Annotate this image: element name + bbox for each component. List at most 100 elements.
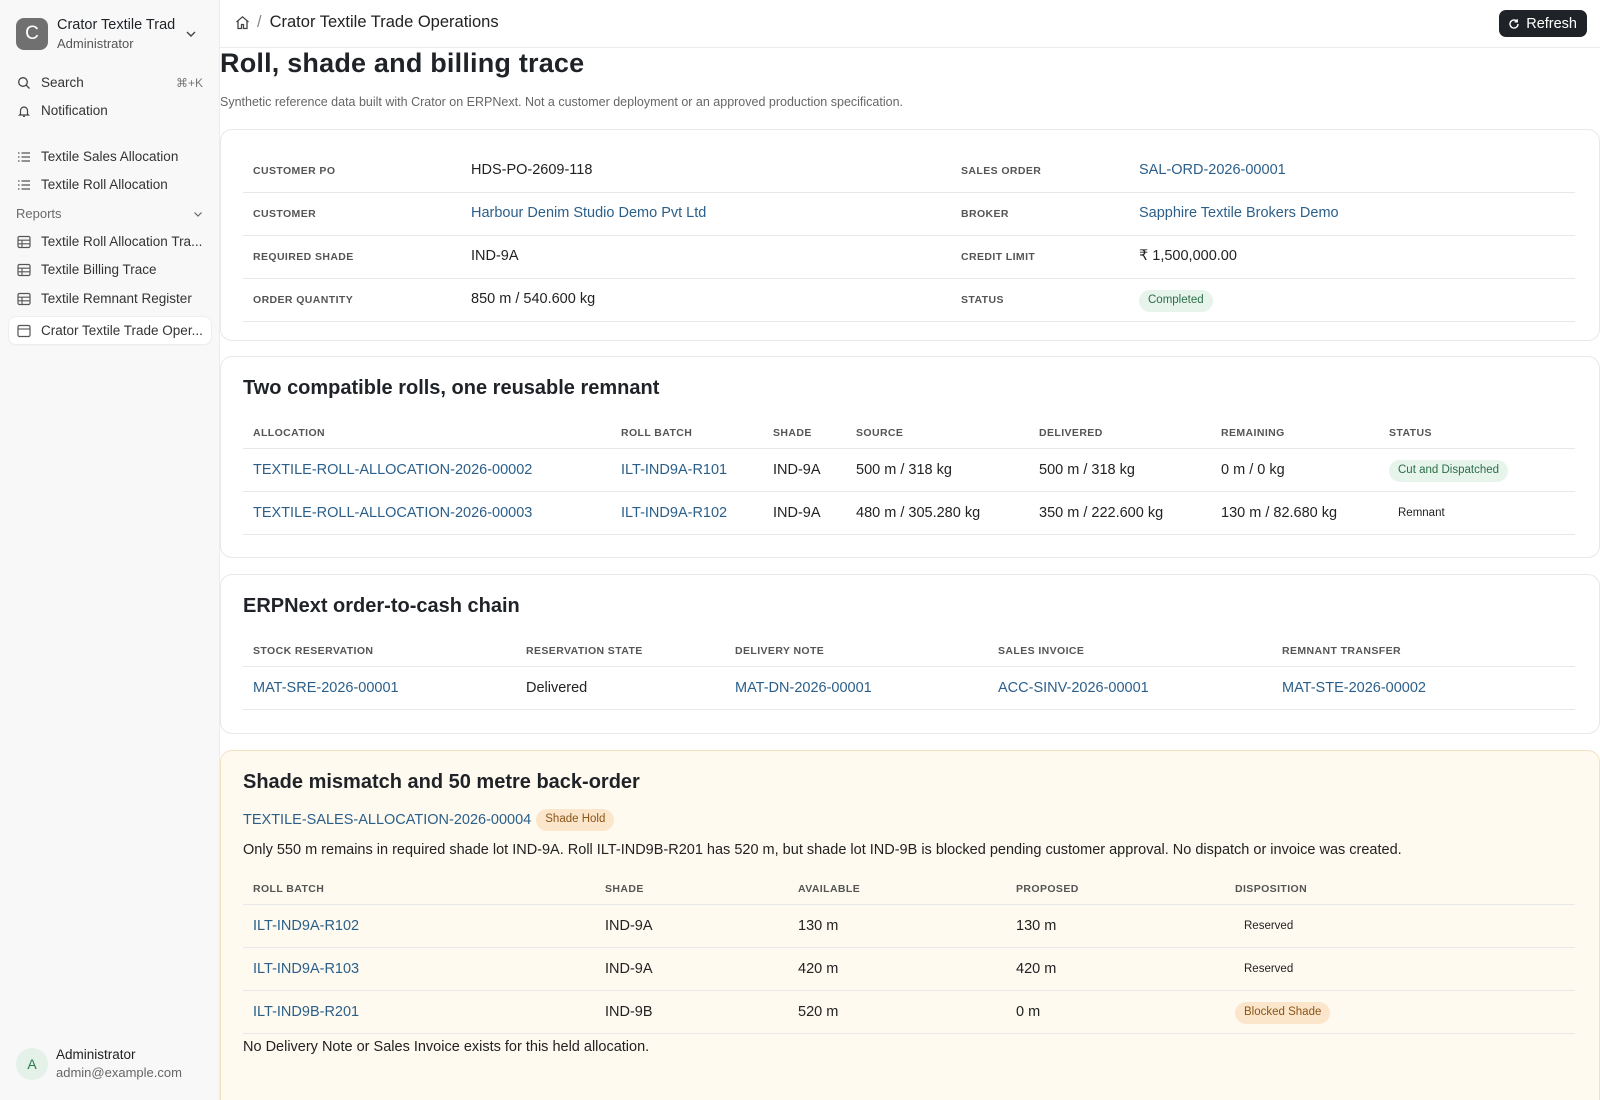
sidebar-item-textile-sales-allocation[interactable]: Textile Sales Allocation: [9, 143, 211, 170]
roll-batch-link[interactable]: ILT-IND9A-R102: [253, 918, 359, 934]
field-label: REQUIRED SHADE: [253, 251, 354, 263]
table-header: STOCK RESERVATION RESERVATION STATE DELI…: [243, 637, 1575, 667]
summary-card: CUSTOMER PO HDS-PO-2609-118 SALES ORDER …: [220, 129, 1600, 341]
user-name: Administrator: [56, 1047, 136, 1062]
column-header: ROLL BATCH: [621, 427, 693, 439]
workspace-avatar: C: [16, 18, 48, 50]
sidebar-item-billing-trace[interactable]: Textile Billing Trace: [9, 256, 211, 283]
field-label: CREDIT LIMIT: [961, 251, 1036, 263]
held-allocation: TEXTILE-SALES-ALLOCATION-2026-00004 Shad…: [243, 809, 615, 831]
sales-invoice-link[interactable]: ACC-SINV-2026-00001: [998, 680, 1149, 696]
available-cell: 130 m: [798, 918, 839, 934]
delivery-note-link[interactable]: MAT-DN-2026-00001: [735, 680, 872, 696]
reports-group-toggle[interactable]: Reports: [16, 206, 204, 221]
reports-group-label: Reports: [16, 206, 62, 221]
column-header: ROLL BATCH: [253, 883, 325, 895]
table-icon: [16, 262, 31, 277]
notification-button[interactable]: Notification: [9, 97, 211, 124]
column-header: RESERVATION STATE: [526, 645, 643, 657]
source-cell: 500 m / 318 kg: [856, 462, 952, 478]
shade-cell: IND-9A: [773, 505, 821, 521]
shade-mismatch-card: Shade mismatch and 50 metre back-order T…: [220, 750, 1600, 1100]
column-header: PROPOSED: [1016, 883, 1079, 895]
sidebar-item-textile-roll-allocation[interactable]: Textile Roll Allocation: [9, 171, 211, 198]
allocation-link[interactable]: TEXTILE-ROLL-ALLOCATION-2026-00002: [253, 462, 532, 478]
list-icon: [16, 149, 31, 164]
sidebar-item-label: Textile Sales Allocation: [41, 149, 179, 164]
notification-label: Notification: [41, 103, 108, 118]
summary-row: ORDER QUANTITY 850 m / 540.600 kg STATUS…: [243, 279, 1575, 322]
delivered-cell: 500 m / 318 kg: [1039, 462, 1135, 478]
mismatch-footer: No Delivery Note or Sales Invoice exists…: [243, 1039, 650, 1055]
chain-table: STOCK RESERVATION RESERVATION STATE DELI…: [243, 637, 1575, 710]
remaining-cell: 130 m / 82.680 kg: [1221, 505, 1338, 521]
column-header: SHADE: [773, 427, 812, 439]
page-subtitle: Synthetic reference data built with Crat…: [220, 95, 903, 109]
column-header: REMAINING: [1221, 427, 1285, 439]
mismatch-table: ROLL BATCH SHADE AVAILABLE PROPOSED DISP…: [243, 875, 1575, 1034]
chain-title: ERPNext order-to-cash chain: [243, 595, 520, 617]
table-header: ROLL BATCH SHADE AVAILABLE PROPOSED DISP…: [243, 875, 1575, 905]
mismatch-title: Shade mismatch and 50 metre back-order: [243, 771, 640, 793]
roll-batch-link[interactable]: ILT-IND9A-R101: [621, 462, 727, 478]
workspace-switcher[interactable]: C Crator Textile Trad Administrator: [16, 14, 204, 54]
roll-batch-link[interactable]: ILT-IND9A-R103: [253, 961, 359, 977]
status-badge: Blocked Shade: [1235, 1002, 1331, 1024]
table-row: MAT-SRE-2026-00001 Delivered MAT-DN-2026…: [243, 667, 1575, 710]
sidebar: C Crator Textile Trad Administrator Sear…: [0, 0, 220, 1100]
proposed-cell: 130 m: [1016, 918, 1057, 934]
sidebar-item-roll-allocation-trace[interactable]: Textile Roll Allocation Tra...: [9, 228, 211, 255]
source-cell: 480 m / 305.280 kg: [856, 505, 981, 521]
customer-po-value: HDS-PO-2609-118: [471, 162, 593, 178]
proposed-cell: 0 m: [1016, 1004, 1041, 1020]
available-cell: 420 m: [798, 961, 839, 977]
sidebar-item-trade-operations[interactable]: Crator Textile Trade Oper...: [9, 317, 211, 344]
column-header: AVAILABLE: [798, 883, 861, 895]
sidebar-item-remnant-register[interactable]: Textile Remnant Register: [9, 285, 211, 312]
credit-limit-value: ₹ 1,500,000.00: [1139, 248, 1237, 264]
stock-reservation-link[interactable]: MAT-SRE-2026-00001: [253, 680, 399, 696]
chevron-down-icon: [194, 211, 202, 217]
bell-icon: [16, 103, 31, 118]
summary-fields: CUSTOMER PO HDS-PO-2609-118 SALES ORDER …: [243, 150, 1575, 322]
sales-order-link[interactable]: SAL-ORD-2026-00001: [1139, 162, 1286, 178]
remaining-cell: 0 m / 0 kg: [1221, 462, 1285, 478]
shade-cell: IND-9A: [605, 961, 653, 977]
breadcrumb-current: Crator Textile Trade Operations: [269, 13, 499, 31]
breadcrumb: / Crator Textile Trade Operations: [234, 13, 499, 32]
column-header: STOCK RESERVATION: [253, 645, 374, 657]
field-label: BROKER: [961, 208, 1009, 220]
refresh-button[interactable]: Refresh: [1499, 10, 1587, 37]
sidebar-item-label: Textile Roll Allocation: [41, 177, 168, 192]
column-header: STATUS: [1389, 427, 1432, 439]
user-menu[interactable]: A Administrator admin@example.com: [16, 1047, 206, 1080]
field-label: SALES ORDER: [961, 165, 1042, 177]
field-label: STATUS: [961, 294, 1004, 306]
search-button[interactable]: Search ⌘+K: [9, 69, 211, 96]
sales-allocation-link[interactable]: TEXTILE-SALES-ALLOCATION-2026-00004: [243, 812, 531, 828]
table-row: TEXTILE-ROLL-ALLOCATION-2026-00003 ILT-I…: [243, 492, 1575, 535]
proposed-cell: 420 m: [1016, 961, 1057, 977]
search-shortcut: ⌘+K: [175, 75, 203, 90]
main-content: Roll, shade and billing trace Synthetic …: [220, 48, 1600, 1100]
field-label: ORDER QUANTITY: [253, 294, 354, 306]
refresh-label: Refresh: [1526, 15, 1577, 32]
remnant-transfer-link[interactable]: MAT-STE-2026-00002: [1282, 680, 1426, 696]
status-badge: Reserved: [1244, 920, 1294, 932]
table-icon: [16, 234, 31, 249]
refresh-icon: [1509, 18, 1519, 29]
customer-link[interactable]: Harbour Denim Studio Demo Pvt Ltd: [471, 205, 706, 221]
home-icon[interactable]: [234, 14, 251, 31]
shade-cell: IND-9B: [605, 1004, 653, 1020]
status-badge: Remnant: [1398, 507, 1445, 519]
rolls-table: ALLOCATION ROLL BATCH SHADE SOURCE DELIV…: [243, 419, 1575, 535]
roll-batch-link[interactable]: ILT-IND9B-R201: [253, 1004, 359, 1020]
rolls-card: Two compatible rolls, one reusable remna…: [220, 356, 1600, 558]
broker-link[interactable]: Sapphire Textile Brokers Demo: [1139, 205, 1339, 221]
allocation-link[interactable]: TEXTILE-ROLL-ALLOCATION-2026-00003: [253, 505, 532, 521]
required-shade-value: IND-9A: [471, 248, 519, 264]
order-to-cash-card: ERPNext order-to-cash chain STOCK RESERV…: [220, 574, 1600, 734]
list-icon: [16, 177, 31, 192]
roll-batch-link[interactable]: ILT-IND9A-R102: [621, 505, 727, 521]
page-title: Roll, shade and billing trace: [220, 48, 585, 78]
